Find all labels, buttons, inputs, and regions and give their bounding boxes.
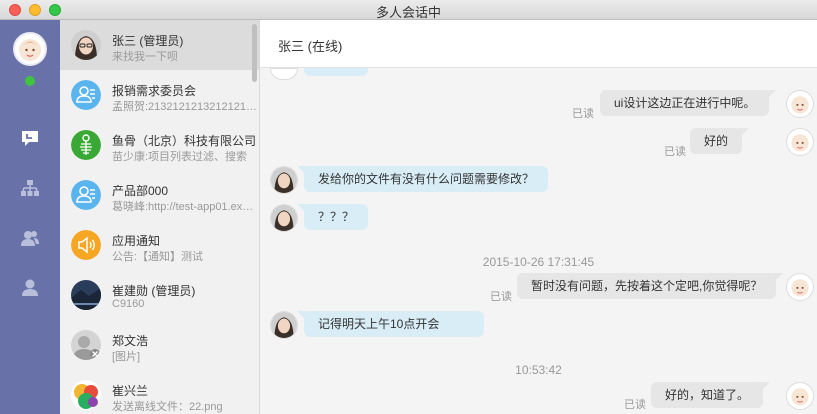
title-bar: 多人会话中	[0, 0, 817, 20]
conversation-preview: 发送离线文件：22.png	[112, 401, 223, 413]
my-avatar-small	[786, 90, 814, 118]
contact-avatar	[270, 166, 298, 194]
conversation-name: 鱼骨（北京）科技有限公司	[112, 134, 257, 148]
conversation-name: 报销需求委员会	[112, 84, 197, 98]
read-receipt: 已读	[572, 108, 594, 120]
contact-avatar	[270, 204, 298, 232]
profile-icon	[22, 279, 38, 296]
message-bubble-incoming	[304, 68, 368, 76]
timestamp: 2015-10-26 17:31:45	[482, 255, 595, 269]
avatar	[71, 280, 101, 310]
avatar	[71, 380, 101, 410]
colorful-photo-icon	[71, 380, 101, 410]
landscape-photo-icon	[71, 280, 101, 310]
conversation-item[interactable]: 鱼骨（北京）科技有限公司 苗少康:项目列表过滤、搜索	[60, 120, 259, 170]
nav-chat[interactable]	[20, 128, 40, 148]
my-avatar[interactable]	[13, 32, 47, 66]
conversation-item[interactable]: 崔建勋 (管理员) C9160	[60, 270, 259, 320]
baby-avatar-icon	[791, 134, 809, 152]
conversation-list-scrollbar[interactable]	[252, 24, 257, 82]
conversation-preview: C9160	[112, 298, 145, 310]
chat-header: 张三 (在线)	[260, 20, 817, 68]
avatar	[71, 30, 101, 60]
conversation-name: 崔兴兰	[112, 384, 149, 398]
nav-rail	[0, 20, 60, 414]
conversation-preview: 孟照贺:2132121213212121212	[112, 101, 258, 113]
my-avatar-small	[786, 382, 814, 410]
conversation-name: 产品部000	[112, 184, 169, 198]
contact-avatar	[270, 68, 298, 80]
read-receipt: 已读	[624, 399, 646, 411]
baby-avatar-icon	[791, 96, 809, 114]
my-avatar-small	[786, 273, 814, 301]
nav-contacts[interactable]	[20, 228, 40, 248]
read-receipt: 已读	[664, 146, 686, 158]
conversation-preview: [图片]	[112, 351, 141, 363]
message-bubble-outgoing: 好的	[690, 128, 750, 154]
conversation-item[interactable]: 应用通知 公告:【通知】测试	[60, 220, 259, 270]
contacts-icon	[21, 231, 39, 246]
fishbone-logo-icon	[71, 130, 101, 160]
avatar	[71, 180, 101, 210]
conversation-item[interactable]: 张三 (管理员) 来找我一下呗	[60, 20, 259, 70]
org-chart-icon	[21, 180, 39, 196]
woman-photo-icon	[271, 167, 297, 193]
baby-avatar-icon	[19, 39, 41, 61]
conversation-item[interactable]: 报销需求委员会 孟照贺:2132121213212121212	[60, 70, 259, 120]
conversation-item[interactable]: 产品部000 葛晓峰:http://test-app01.example	[60, 170, 259, 220]
my-avatar-small	[786, 128, 814, 156]
offline-user-photo-icon	[71, 330, 101, 360]
woman-photo-icon	[271, 312, 297, 338]
message-bubble-outgoing: 暂时没有问题，先按着这个定吧,你觉得呢？	[517, 273, 784, 299]
baby-avatar-icon	[791, 279, 809, 297]
message-area[interactable]: 已读 ui设计这边正在进行中呢。 已读 好的 发给你的文件有没有什么问题需要修改…	[260, 68, 817, 414]
avatar	[71, 130, 101, 160]
conversation-preview: 葛晓峰:http://test-app01.example	[112, 201, 258, 213]
chat-icon	[22, 131, 38, 146]
avatar	[71, 230, 101, 260]
message-bubble-outgoing: 好的，知道了。	[651, 382, 771, 408]
message-bubble-incoming: ？？？	[296, 204, 369, 230]
conversation-name: 崔建勋 (管理员)	[112, 284, 196, 298]
baby-avatar-icon	[791, 388, 809, 406]
online-status-dot	[25, 76, 35, 86]
group-icon	[71, 80, 101, 110]
conversation-list: 张三 (管理员) 来找我一下呗 报销需求委员会 孟照贺:213212121321…	[60, 20, 260, 414]
conversation-item[interactable]: 郑文浩 [图片]	[60, 320, 259, 370]
conversation-preview: 苗少康:项目列表过滤、搜索	[112, 151, 248, 163]
message-bubble-incoming: 记得明天上午10点开会	[297, 311, 484, 337]
message-bubble-incoming: 发给你的文件有没有什么问题需要修改？	[296, 166, 549, 192]
nav-organization[interactable]	[20, 178, 40, 198]
conversation-preview: 来找我一下呗	[112, 51, 178, 63]
conversation-name: 应用通知	[112, 234, 161, 248]
read-receipt: 已读	[490, 291, 512, 303]
contact-avatar	[270, 311, 298, 339]
conversation-name: 张三 (管理员)	[112, 34, 184, 48]
avatar	[71, 330, 101, 360]
window-title: 多人会话中	[375, 5, 441, 20]
avatar	[71, 80, 101, 110]
group-icon	[71, 180, 101, 210]
speaker-icon	[71, 230, 101, 260]
timestamp: 10:53:42	[515, 363, 562, 377]
conversation-name: 郑文浩	[112, 334, 149, 348]
message-bubble-outgoing: ui设计这边正在进行中呢。	[600, 90, 777, 116]
chat-title: 张三 (在线)	[278, 39, 343, 54]
conversation-item[interactable]: 崔兴兰 发送离线文件：22.png	[60, 370, 259, 414]
woman-photo-icon	[71, 30, 101, 60]
woman-photo-icon	[271, 205, 297, 231]
nav-profile[interactable]	[20, 278, 40, 298]
conversation-preview: 公告:【通知】测试	[112, 251, 204, 263]
